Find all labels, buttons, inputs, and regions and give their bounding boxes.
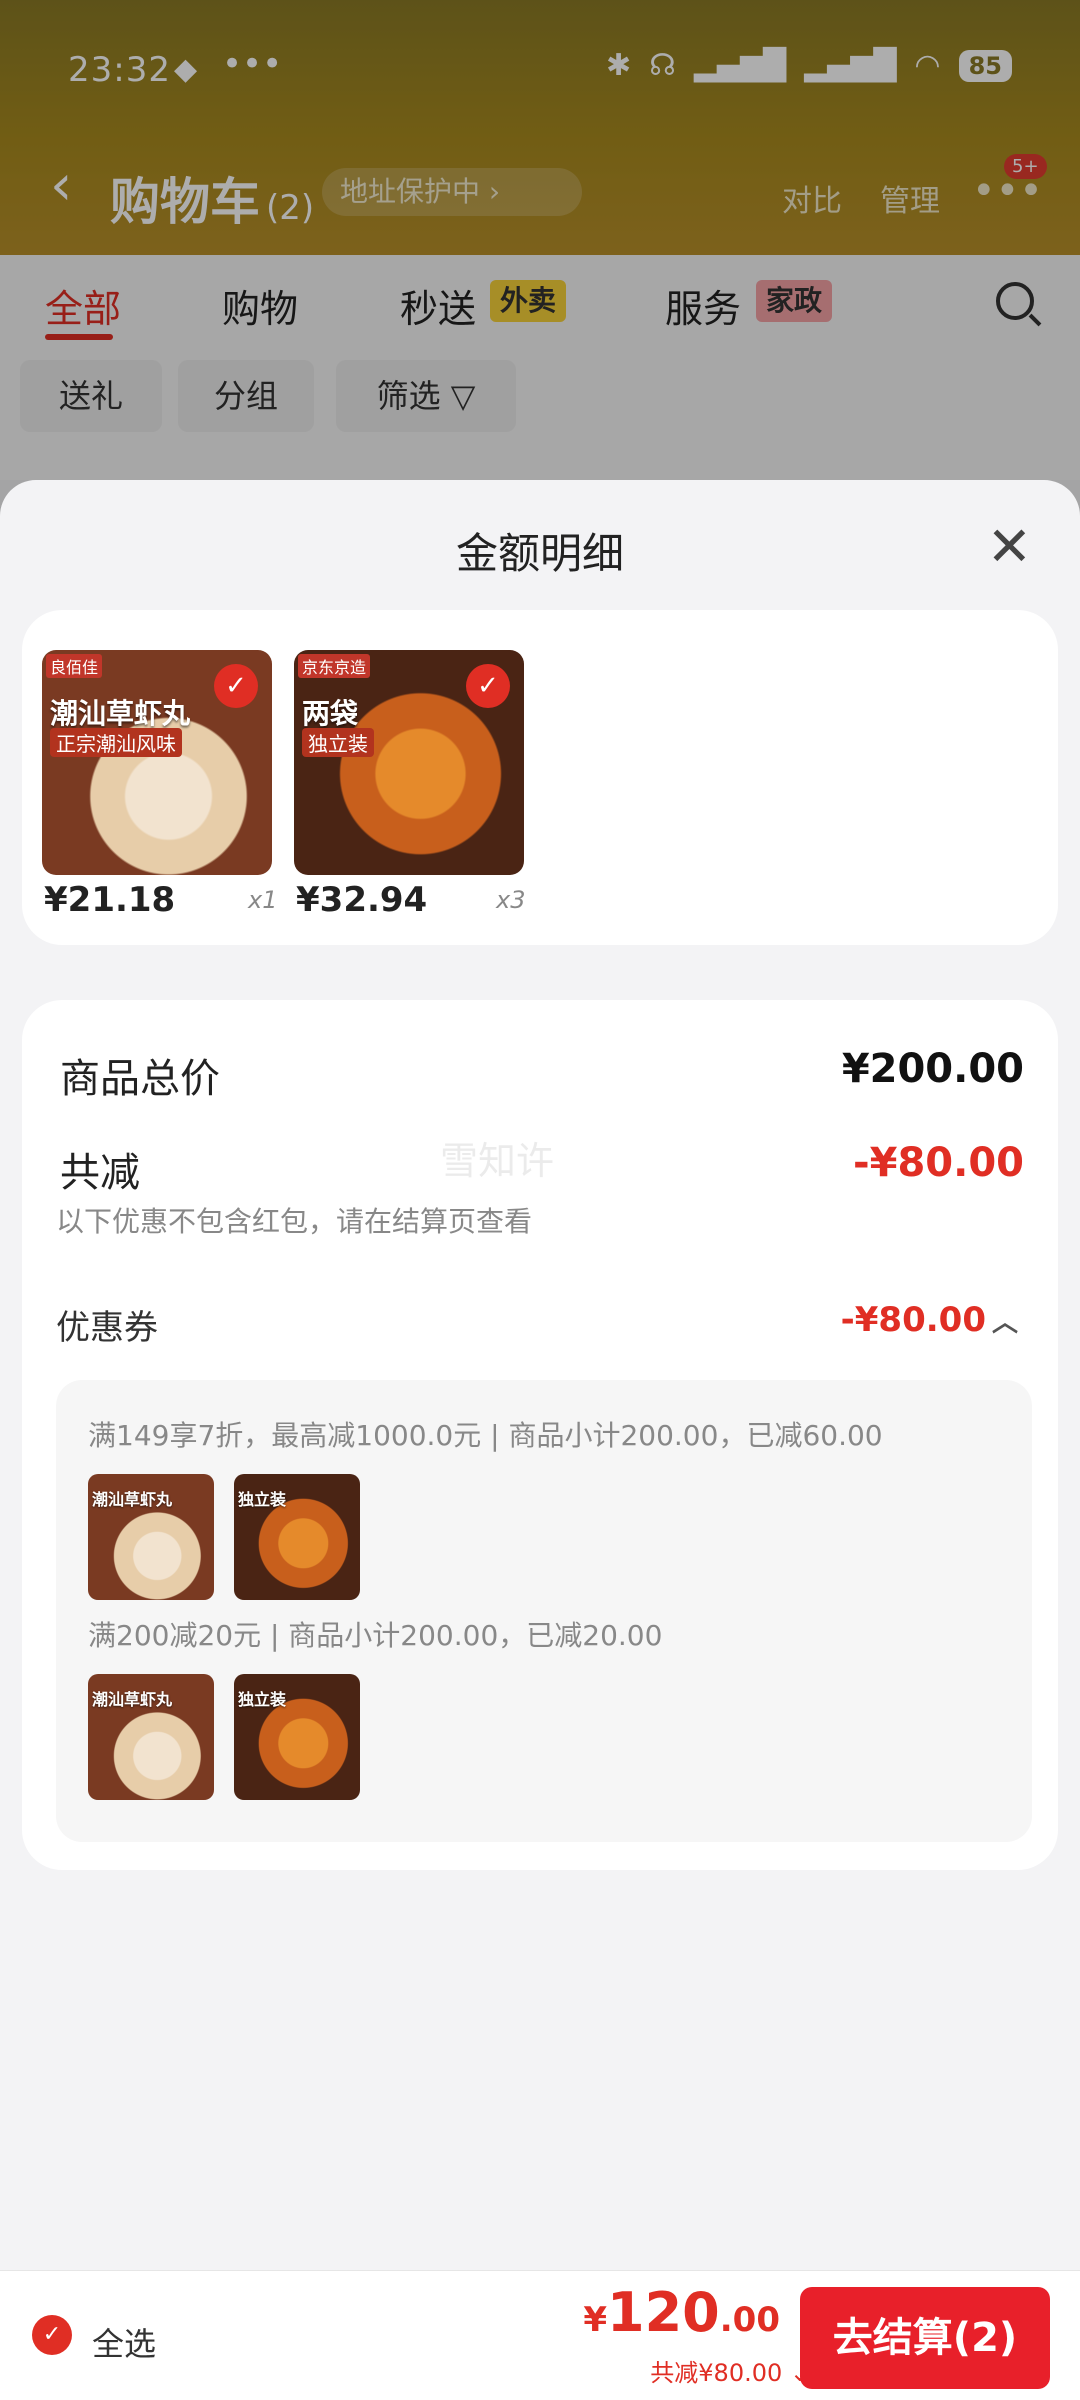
thumb-shrimp-ball: 潮汕草虾丸 (88, 1674, 214, 1800)
product-image-shrimp-ball[interactable]: 良佰佳 潮汕草虾丸 正宗潮汕风味 ✓ (42, 650, 272, 875)
sheet-title: 金额明细 (455, 529, 624, 578)
coupon-detail-panel: 满149享7折，最高减1000.0元 | 商品小计200.00，已减60.00 … (56, 1380, 1032, 1842)
coupon-value[interactable]: -¥80.00 ︿ (841, 1300, 1018, 1340)
coupon-rule-2: 满200减20元 | 商品小计200.00，已减20.00 (88, 1619, 663, 1652)
product-qty: x1 (248, 886, 278, 914)
checkout-button[interactable]: 去结算(2) (800, 2287, 1050, 2389)
total-value: ¥200.00 (841, 1046, 1024, 1092)
discount-note: 以下优惠不包含红包，请在结算页查看 (56, 1205, 533, 1238)
watermark: 雪知许 (440, 1139, 555, 1183)
product-brand: 良佰佳 (46, 654, 103, 678)
discount-value: -¥80.00 (853, 1140, 1024, 1186)
total-price: ¥120.00 (583, 2281, 780, 2344)
coupon-label: 优惠券 (56, 1308, 158, 1348)
select-all-label[interactable]: 全选 (92, 2319, 156, 2365)
total-label: 商品总价 (60, 1056, 220, 1102)
product-name: 两袋 (302, 697, 359, 730)
product-sub: 正宗潮汕风味 (50, 728, 182, 757)
check-icon[interactable]: ✓ (466, 664, 510, 708)
checkout-bar: ✓ 全选 ¥120.00 共减¥80.00 ⌄ 去结算(2) (0, 2270, 1080, 2400)
product-brand: 京东京造 (298, 654, 371, 678)
check-icon[interactable]: ✓ (214, 664, 258, 708)
select-all-check-icon[interactable]: ✓ (32, 2315, 72, 2355)
thumb-chicken-wings: 独立装 (234, 1674, 360, 1800)
product-sub: 独立装 (302, 728, 374, 757)
chevron-up-icon: ︿ (991, 1308, 1018, 1338)
product-name: 潮汕草虾丸 (50, 697, 191, 730)
coupon-rule-1: 满149享7折，最高减1000.0元 | 商品小计200.00，已减60.00 (88, 1419, 883, 1452)
saved-amount[interactable]: 共减¥80.00 ⌄ (650, 2353, 810, 2388)
product-price: ¥32.94 (296, 880, 428, 920)
thumb-shrimp-ball: 潮汕草虾丸 (88, 1474, 214, 1600)
close-icon[interactable]: ✕ (987, 520, 1032, 574)
thumb-chicken-wings: 独立装 (234, 1474, 360, 1600)
product-qty: x3 (496, 886, 526, 914)
products-card: 良佰佳 潮汕草虾丸 正宗潮汕风味 ✓ ¥21.18 x1 京东京造 两袋 独立装… (22, 610, 1058, 945)
product-price: ¥21.18 (44, 880, 176, 920)
amount-detail-sheet: 金额明细 ✕ 良佰佳 潮汕草虾丸 正宗潮汕风味 ✓ ¥21.18 x1 京东京造… (0, 480, 1080, 2400)
discount-label: 共减 (60, 1150, 140, 1196)
product-image-chicken-wings[interactable]: 京东京造 两袋 独立装 ✓ (294, 650, 524, 875)
